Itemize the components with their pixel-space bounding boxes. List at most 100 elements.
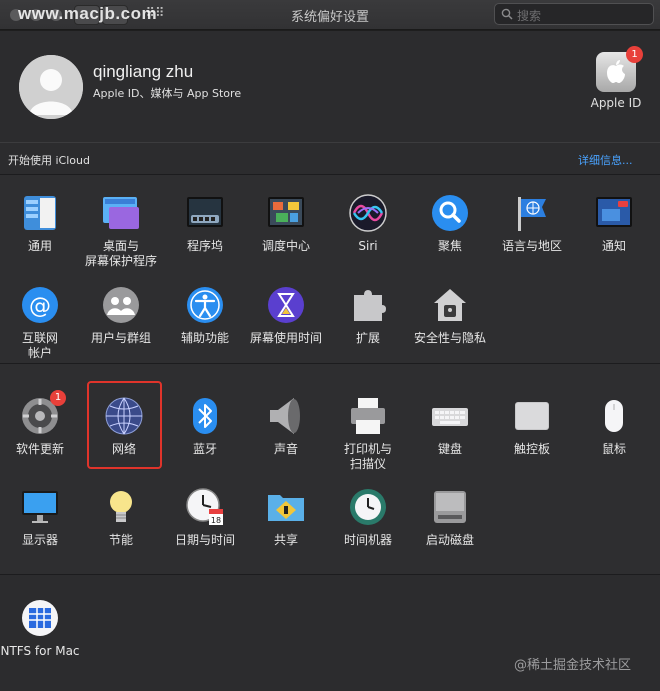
- general-icon: [20, 193, 60, 233]
- icloud-bar: [0, 142, 660, 174]
- pref-label: 显示器: [21, 533, 58, 547]
- pref-label: Siri: [358, 239, 378, 253]
- pref-screen-time[interactable]: 屏幕使用时间: [243, 285, 329, 346]
- pref-label: 软件更新: [15, 442, 64, 456]
- pref-mouse[interactable]: 鼠标: [571, 396, 657, 457]
- pref-language-region[interactable]: 语言与地区: [489, 193, 575, 254]
- icloud-details-link[interactable]: 详细信息...: [578, 152, 633, 168]
- pref-label: 程序坞: [186, 239, 223, 253]
- pref-extensions[interactable]: 扩展: [325, 285, 411, 346]
- pref-accessibility[interactable]: 辅助功能: [162, 285, 248, 346]
- network-highlight-box: [87, 381, 162, 469]
- search-placeholder: 搜索: [517, 9, 542, 23]
- pref-security-privacy[interactable]: 安全性与隐私: [407, 285, 493, 346]
- pref-label: 屏幕使用时间: [249, 331, 322, 345]
- house-lock-icon: [430, 285, 470, 325]
- user-avatar[interactable]: [19, 55, 83, 119]
- bluetooth-icon: [185, 396, 225, 436]
- hard-drive-icon: [430, 487, 470, 527]
- keyboard-icon: [430, 396, 470, 436]
- pref-trackpad[interactable]: 触控板: [489, 396, 575, 457]
- pref-label: 打印机与 扫描仪: [325, 442, 411, 472]
- pref-label-text: 桌面与 屏幕保护程序: [84, 239, 157, 268]
- users-groups-icon: [101, 285, 141, 325]
- pref-notifications[interactable]: 通知: [571, 193, 657, 254]
- pref-label: 启动磁盘: [425, 533, 474, 547]
- pref-desktop-screensaver[interactable]: 桌面与 屏幕保护程序: [78, 193, 164, 269]
- search-field[interactable]: 搜索: [494, 3, 654, 25]
- pref-printers-scanners[interactable]: 打印机与 扫描仪: [325, 396, 411, 472]
- apple-id-label: Apple ID: [590, 96, 642, 110]
- apple-id-badge: 1: [626, 46, 643, 63]
- dock-icon: [185, 193, 225, 233]
- pref-label: 扩展: [355, 331, 380, 345]
- gear-icon: 1: [20, 390, 66, 436]
- spotlight-icon: [430, 193, 470, 233]
- lightbulb-icon: [101, 487, 141, 527]
- mouse-icon: [594, 396, 634, 436]
- pref-label: 蓝牙: [192, 442, 217, 456]
- pref-label-text: 互联网 帐户: [21, 331, 58, 360]
- pref-label: 用户与群组: [90, 331, 151, 345]
- pref-label: 互联网 帐户: [0, 331, 83, 361]
- pref-users-groups[interactable]: 用户与群组: [78, 285, 164, 346]
- desktop-screensaver-icon: [101, 193, 141, 233]
- pref-label: 触控板: [513, 442, 550, 456]
- search-icon: [501, 8, 513, 20]
- pref-ntfs-for-mac[interactable]: NTFS for Mac: [0, 598, 83, 659]
- notifications-icon: [594, 193, 634, 233]
- clock-calendar-icon: 18: [185, 487, 225, 527]
- pref-label: 声音: [273, 442, 298, 456]
- svg-text:@: @: [29, 294, 51, 319]
- pref-startup-disk[interactable]: 启动磁盘: [407, 487, 493, 548]
- footer-credit: @稀土掘金技术社区: [514, 658, 632, 673]
- pref-label: NTFS for Mac: [0, 644, 80, 658]
- printer-icon: [348, 396, 388, 436]
- sharing-folder-icon: [266, 487, 306, 527]
- pref-label: 语言与地区: [501, 239, 562, 253]
- icloud-signin-label: 开始使用 iCloud: [8, 154, 90, 167]
- pref-siri[interactable]: Siri: [325, 193, 411, 254]
- pref-general[interactable]: 通用: [0, 193, 83, 254]
- pref-label: 聚焦: [437, 239, 462, 253]
- pref-mission-control[interactable]: 调度中心: [243, 193, 329, 254]
- pref-sound[interactable]: 声音: [243, 396, 329, 457]
- speaker-icon: [266, 396, 306, 436]
- pref-label: 键盘: [437, 442, 462, 456]
- pref-keyboard[interactable]: 键盘: [407, 396, 493, 457]
- pref-sharing[interactable]: 共享: [243, 487, 329, 548]
- pref-time-machine[interactable]: 时间机器: [325, 487, 411, 548]
- pref-label: 节能: [108, 533, 133, 547]
- extensions-icon: [348, 285, 388, 325]
- pref-software-update[interactable]: 1 软件更新: [0, 390, 83, 457]
- trackpad-icon: [512, 396, 552, 436]
- pref-label-text: 打印机与 扫描仪: [343, 442, 392, 471]
- pref-date-time[interactable]: 18 日期与时间: [162, 487, 248, 548]
- title-bar: ⠿⠿ 系统偏好设置 www.macjb.com 搜索: [0, 0, 660, 30]
- pref-energy-saver[interactable]: 节能: [78, 487, 164, 548]
- internet-accounts-icon: @: [20, 285, 60, 325]
- language-region-icon: [512, 193, 552, 233]
- user-silhouette-icon: [19, 55, 83, 119]
- time-machine-icon: [348, 487, 388, 527]
- pref-displays[interactable]: 显示器: [0, 487, 83, 548]
- pref-label: 时间机器: [343, 533, 392, 547]
- mission-control-icon: [266, 193, 306, 233]
- user-name: qingliang zhu: [93, 62, 194, 81]
- pref-label: 桌面与 屏幕保护程序: [78, 239, 164, 269]
- pref-label: 日期与时间: [174, 533, 235, 547]
- pref-dock[interactable]: 程序坞: [162, 193, 248, 254]
- watermark-text: www.macjb.com: [18, 4, 158, 23]
- svg-text:18: 18: [211, 516, 221, 525]
- pref-spotlight[interactable]: 聚焦: [407, 193, 493, 254]
- accessibility-icon: [185, 285, 225, 325]
- pref-internet-accounts[interactable]: @ 互联网 帐户: [0, 285, 83, 361]
- pref-bluetooth[interactable]: 蓝牙: [162, 396, 248, 457]
- ntfs-icon: [20, 598, 60, 638]
- display-monitor-icon: [20, 487, 60, 527]
- pref-label: 共享: [273, 533, 298, 547]
- section-divider: [0, 574, 660, 575]
- user-subtitle: Apple ID、媒体与 App Store: [93, 87, 242, 100]
- update-count-badge: 1: [50, 390, 66, 406]
- pref-label: 通知: [601, 239, 626, 253]
